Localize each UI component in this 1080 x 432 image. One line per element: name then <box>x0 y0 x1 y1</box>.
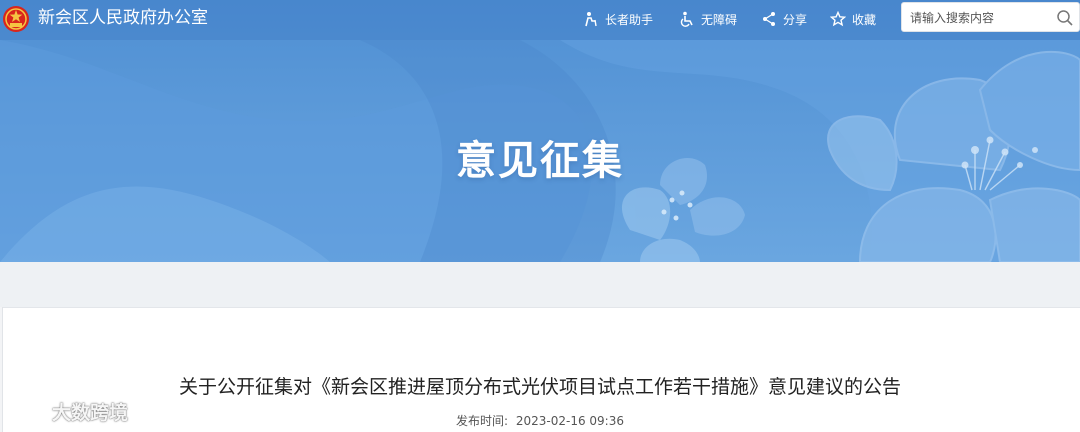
article-meta: 发布时间: 2023-02-16 09:36 <box>0 413 1080 429</box>
share-label: 分享 <box>783 12 808 27</box>
search-icon[interactable] <box>1056 9 1074 27</box>
elder-helper-button[interactable]: 长者助手 <box>583 9 653 29</box>
elder-helper-label: 长者助手 <box>605 12 654 27</box>
accessibility-icon <box>680 11 693 27</box>
national-emblem-icon <box>3 6 29 32</box>
star-icon <box>830 11 846 27</box>
elder-helper-icon <box>585 12 597 27</box>
share-icon <box>763 12 775 26</box>
watermark-text: 大数跨境 <box>52 401 129 424</box>
publish-time-label: 发布时间: <box>455 414 509 428</box>
watermark: 大数跨境 <box>10 394 128 428</box>
accessibility-label: 无障碍 <box>701 12 738 27</box>
site-title[interactable]: 新会区人民政府办公室 <box>38 7 208 29</box>
share-button[interactable]: 分享 <box>761 9 807 29</box>
banner-title: 意见征集 <box>456 138 624 184</box>
publish-time-value: 2023-02-16 09:36 <box>515 414 624 428</box>
favorite-button[interactable]: 收藏 <box>830 9 876 29</box>
article-title: 关于公开征集对《新会区推进屋顶分布式光伏项目试点工作若干措施》意见建议的公告 <box>178 376 901 398</box>
search-box <box>901 2 1080 32</box>
banner: 新会区人民政府办公室 长者助手 无障碍 分享 收藏 请输入搜索内容 意见征集 <box>0 0 1080 262</box>
favorite-label: 收藏 <box>852 12 877 27</box>
search-input[interactable] <box>910 8 1050 28</box>
accessibility-button[interactable]: 无障碍 <box>679 9 737 29</box>
top-bar: 新会区人民政府办公室 长者助手 无障碍 分享 收藏 请输入搜索内容 <box>0 0 1080 40</box>
watermark-logo-icon <box>12 400 42 421</box>
